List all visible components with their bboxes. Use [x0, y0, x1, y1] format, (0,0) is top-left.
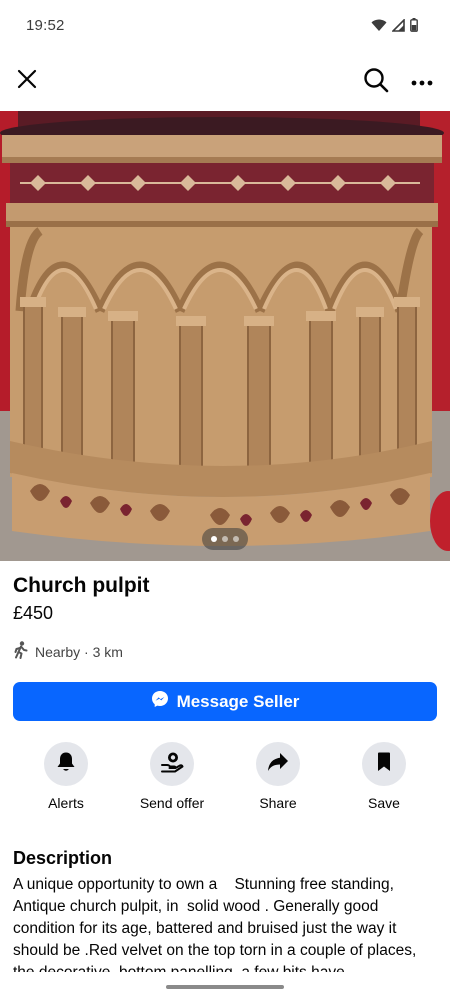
- share-circle: [256, 742, 300, 786]
- bookmark-icon: [376, 752, 392, 777]
- alerts-button[interactable]: Alerts: [16, 742, 116, 811]
- walking-icon: [13, 641, 29, 662]
- status-icons: [371, 17, 418, 37]
- bell-icon: [56, 751, 76, 778]
- listing-photo[interactable]: [0, 111, 450, 561]
- listing-title: Church pulpit: [13, 574, 150, 597]
- alerts-circle: [44, 742, 88, 786]
- description-text: A unique opportunity to own a Stunning f…: [13, 876, 417, 972]
- pager-dot: [233, 536, 239, 542]
- search-icon: [363, 67, 389, 98]
- top-bar: [0, 58, 450, 106]
- status-time: 19:52: [26, 17, 65, 34]
- send-offer-button[interactable]: Send offer: [122, 742, 222, 811]
- share-button[interactable]: Share: [228, 742, 328, 811]
- action-row: Alerts Send offer Share Save: [0, 742, 450, 814]
- wifi-icon: [371, 19, 387, 37]
- listing-price: £450: [13, 603, 54, 623]
- pager-dot: [222, 536, 228, 542]
- save-button[interactable]: Save: [334, 742, 434, 811]
- alerts-label: Alerts: [48, 795, 84, 811]
- battery-icon: [410, 18, 418, 37]
- share-label: Share: [259, 795, 297, 811]
- messenger-icon: [151, 690, 169, 713]
- close-icon: [17, 69, 37, 94]
- search-button[interactable]: [360, 66, 392, 98]
- offer-icon: [160, 751, 184, 778]
- message-seller-button[interactable]: Message Seller: [13, 682, 437, 721]
- status-bar: 19:52: [0, 0, 450, 52]
- signal-icon: [391, 17, 405, 37]
- photo-pager[interactable]: [202, 528, 248, 550]
- description-heading: Description: [13, 848, 113, 868]
- pager-dot-active: [211, 536, 217, 542]
- home-indicator[interactable]: [166, 985, 284, 989]
- listing-location: Nearby · 3 km: [13, 641, 123, 662]
- more-options-button[interactable]: [406, 66, 438, 98]
- send-offer-label: Send offer: [139, 795, 205, 811]
- message-seller-label: Message Seller: [176, 691, 300, 711]
- send-offer-circle: [150, 742, 194, 786]
- location-text: Nearby · 3 km: [35, 643, 123, 660]
- close-button[interactable]: [12, 66, 42, 96]
- pulpit-image: [0, 111, 450, 561]
- more-icon: [411, 73, 433, 91]
- save-circle: [362, 742, 406, 786]
- save-label: Save: [368, 795, 400, 811]
- share-icon: [267, 752, 289, 777]
